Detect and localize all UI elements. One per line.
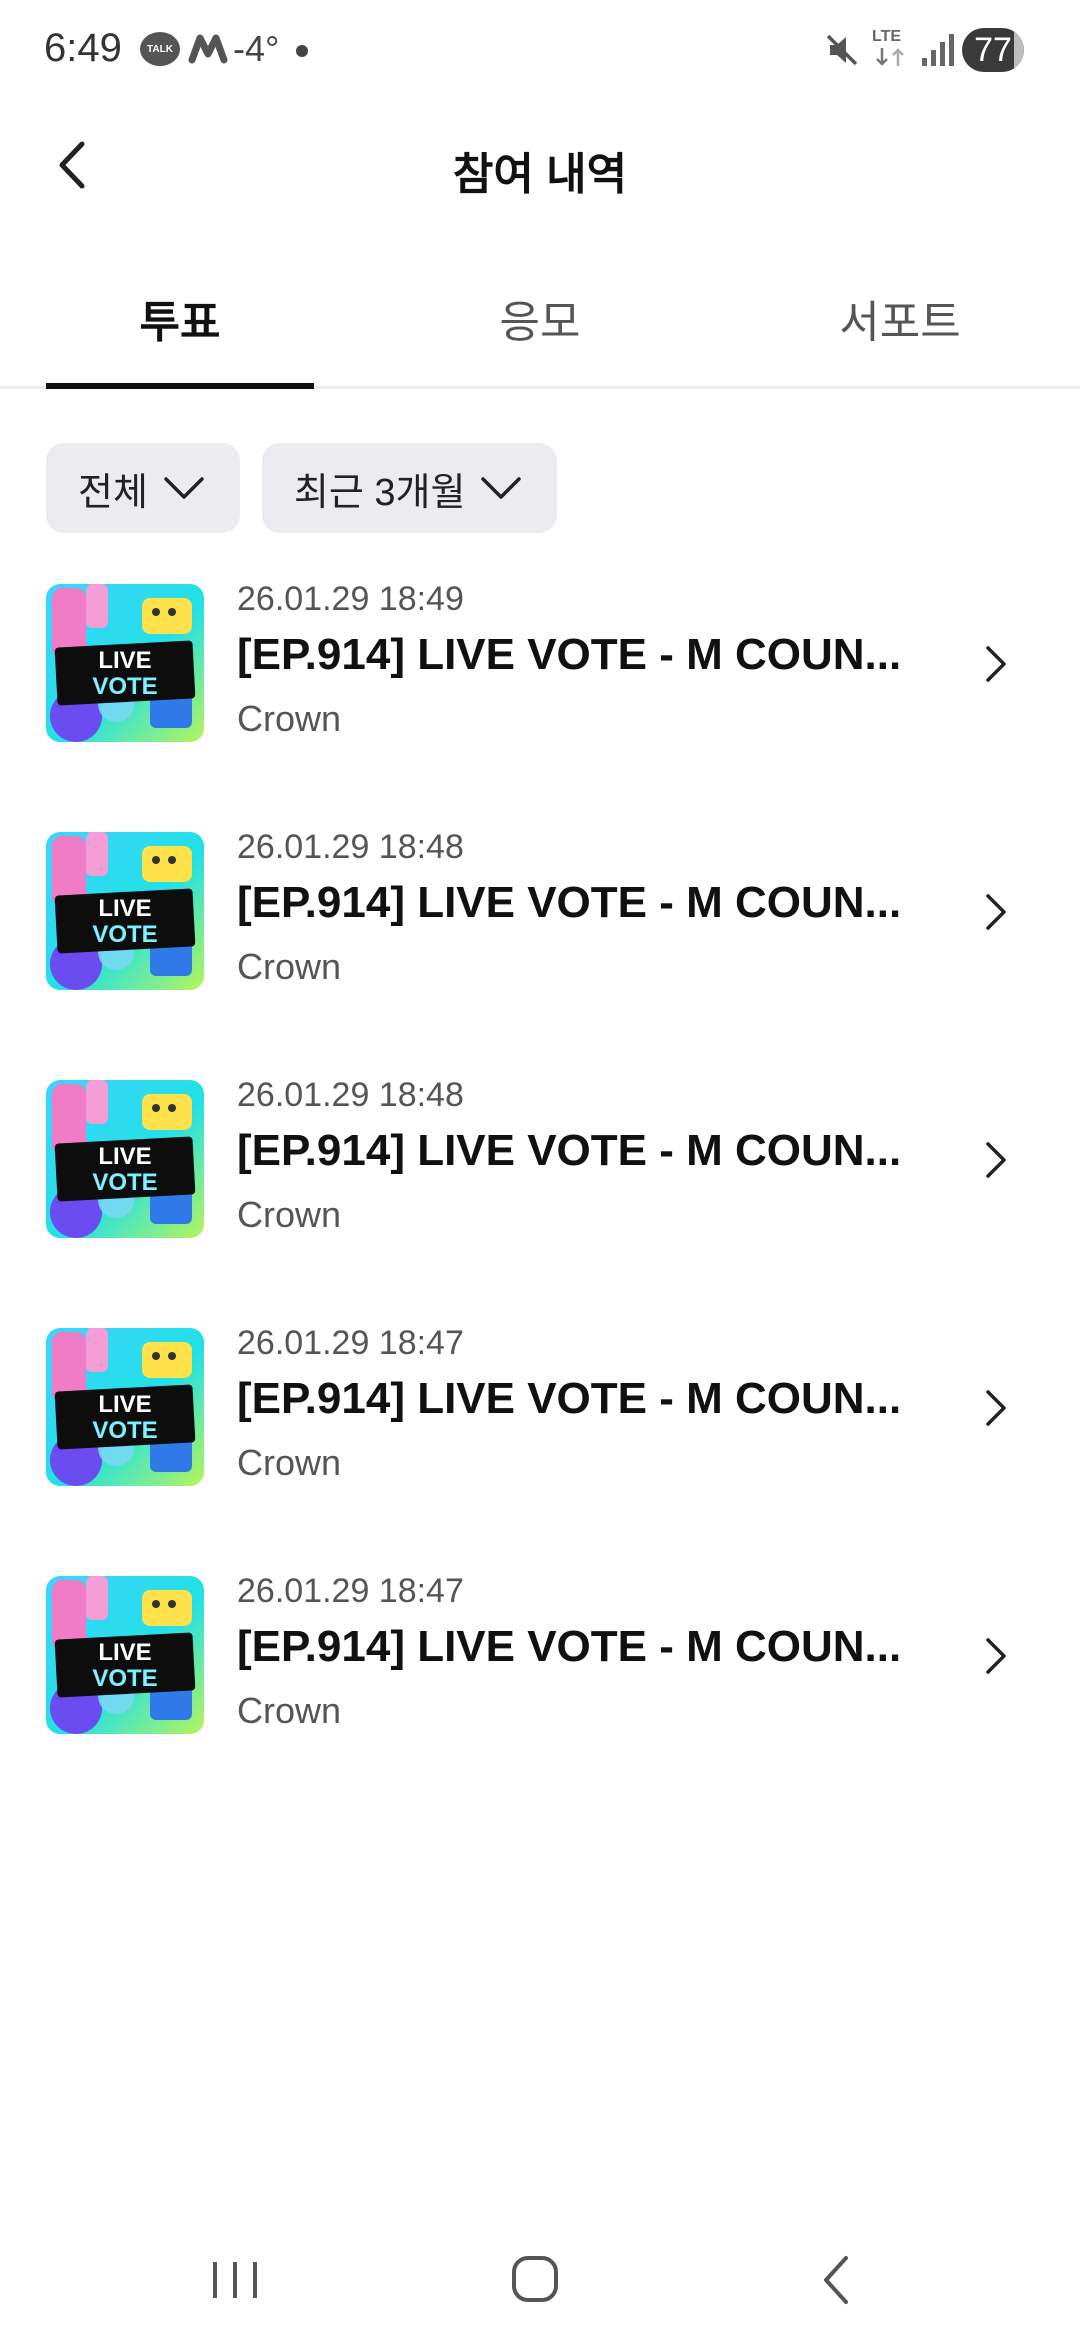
status-time: 6:49	[44, 26, 122, 70]
notification-dot-icon	[296, 45, 308, 57]
battery-level: 77	[974, 30, 1012, 69]
thumbnail-text-live: LIVE	[98, 647, 151, 674]
list-item[interactable]: LIVE VOTE 26.01.29 18:48 [EP.914] LIVE V…	[0, 828, 1080, 1076]
item-date: 26.01.29 18:48	[237, 828, 464, 866]
chevron-right-icon	[986, 1638, 1006, 1674]
item-date: 26.01.29 18:49	[237, 580, 464, 618]
thumbnail-text-vote: VOTE	[92, 1169, 157, 1196]
tab-support[interactable]: 서포트	[720, 250, 1080, 386]
app-header: 참여 내역	[0, 110, 1080, 220]
chevron-down-icon	[164, 477, 204, 499]
live-vote-thumbnail: LIVE VOTE	[46, 584, 204, 742]
period-filter-label: 최근 3개월	[293, 471, 466, 514]
item-title: [EP.914] LIVE VOTE - M COUN...	[237, 1374, 902, 1423]
thumbnail-text-vote: VOTE	[92, 1417, 157, 1444]
home-icon[interactable]	[500, 2250, 570, 2310]
status-temperature: -4°	[233, 28, 280, 69]
active-tab-indicator	[46, 383, 314, 389]
thumbnail-text-live: LIVE	[98, 1391, 151, 1418]
chevron-down-icon	[481, 477, 522, 499]
live-vote-thumbnail: LIVE VOTE	[46, 1328, 204, 1486]
tab-vote[interactable]: 투표	[0, 250, 360, 386]
thumbnail-text-live: LIVE	[98, 1639, 151, 1666]
tab-entry[interactable]: 응모	[360, 250, 720, 386]
period-filter-dropdown[interactable]: 최근 3개월	[261, 443, 558, 533]
notification-app-icon	[188, 34, 228, 64]
thumbnail-text-vote: VOTE	[92, 673, 157, 700]
live-vote-thumbnail: LIVE VOTE	[46, 832, 204, 990]
list-item[interactable]: LIVE VOTE 26.01.29 18:48 [EP.914] LIVE V…	[0, 1076, 1080, 1324]
list-item[interactable]: LIVE VOTE 26.01.29 18:47 [EP.914] LIVE V…	[0, 1572, 1080, 1820]
item-title: [EP.914] LIVE VOTE - M COUN...	[237, 1622, 902, 1671]
battery-icon: 77	[962, 28, 1024, 72]
filter-bar: 전체 최근 3개월	[46, 443, 558, 533]
tab-bar: 투표 응모 서포트	[0, 250, 1080, 389]
thumbnail-text-vote: VOTE	[92, 1665, 157, 1692]
thumbnail-text-vote: VOTE	[92, 921, 157, 948]
item-subtitle: Crown	[237, 1442, 342, 1483]
item-date: 26.01.29 18:48	[237, 1076, 464, 1114]
mute-icon	[826, 34, 858, 66]
chevron-right-icon	[986, 646, 1006, 682]
chevron-right-icon	[986, 1390, 1006, 1426]
list-item[interactable]: LIVE VOTE 26.01.29 18:47 [EP.914] LIVE V…	[0, 1324, 1080, 1572]
item-subtitle: Crown	[237, 946, 342, 987]
chevron-right-icon	[986, 1142, 1006, 1178]
signal-icon	[922, 34, 954, 66]
back-nav-icon[interactable]	[802, 2250, 872, 2310]
category-filter-label: 전체	[78, 471, 148, 514]
item-title: [EP.914] LIVE VOTE - M COUN...	[237, 878, 902, 927]
recent-apps-icon[interactable]	[200, 2250, 270, 2310]
kakaotalk-icon: TALK	[140, 32, 180, 66]
live-vote-thumbnail: LIVE VOTE	[46, 1080, 204, 1238]
item-subtitle: Crown	[237, 698, 342, 739]
live-vote-thumbnail: LIVE VOTE	[46, 1576, 204, 1734]
participation-list: LIVE VOTE 26.01.29 18:49 [EP.914] LIVE V…	[0, 580, 1080, 1820]
chevron-right-icon	[986, 894, 1006, 930]
category-filter-dropdown[interactable]: 전체	[46, 443, 240, 533]
system-nav-bar	[0, 2220, 1080, 2340]
list-item[interactable]: LIVE VOTE 26.01.29 18:49 [EP.914] LIVE V…	[0, 580, 1080, 828]
item-title: [EP.914] LIVE VOTE - M COUN...	[237, 630, 902, 679]
page-title: 참여 내역	[452, 150, 628, 199]
item-date: 26.01.29 18:47	[237, 1572, 464, 1610]
thumbnail-text-live: LIVE	[98, 895, 151, 922]
item-title: [EP.914] LIVE VOTE - M COUN...	[237, 1126, 902, 1175]
item-date: 26.01.29 18:47	[237, 1324, 464, 1362]
thumbnail-text-live: LIVE	[98, 1143, 151, 1170]
lte-icon: LTE	[872, 28, 910, 72]
item-subtitle: Crown	[237, 1690, 342, 1731]
status-bar: 6:49 TALK -4° LTE 77	[0, 0, 1080, 100]
item-subtitle: Crown	[237, 1194, 342, 1235]
